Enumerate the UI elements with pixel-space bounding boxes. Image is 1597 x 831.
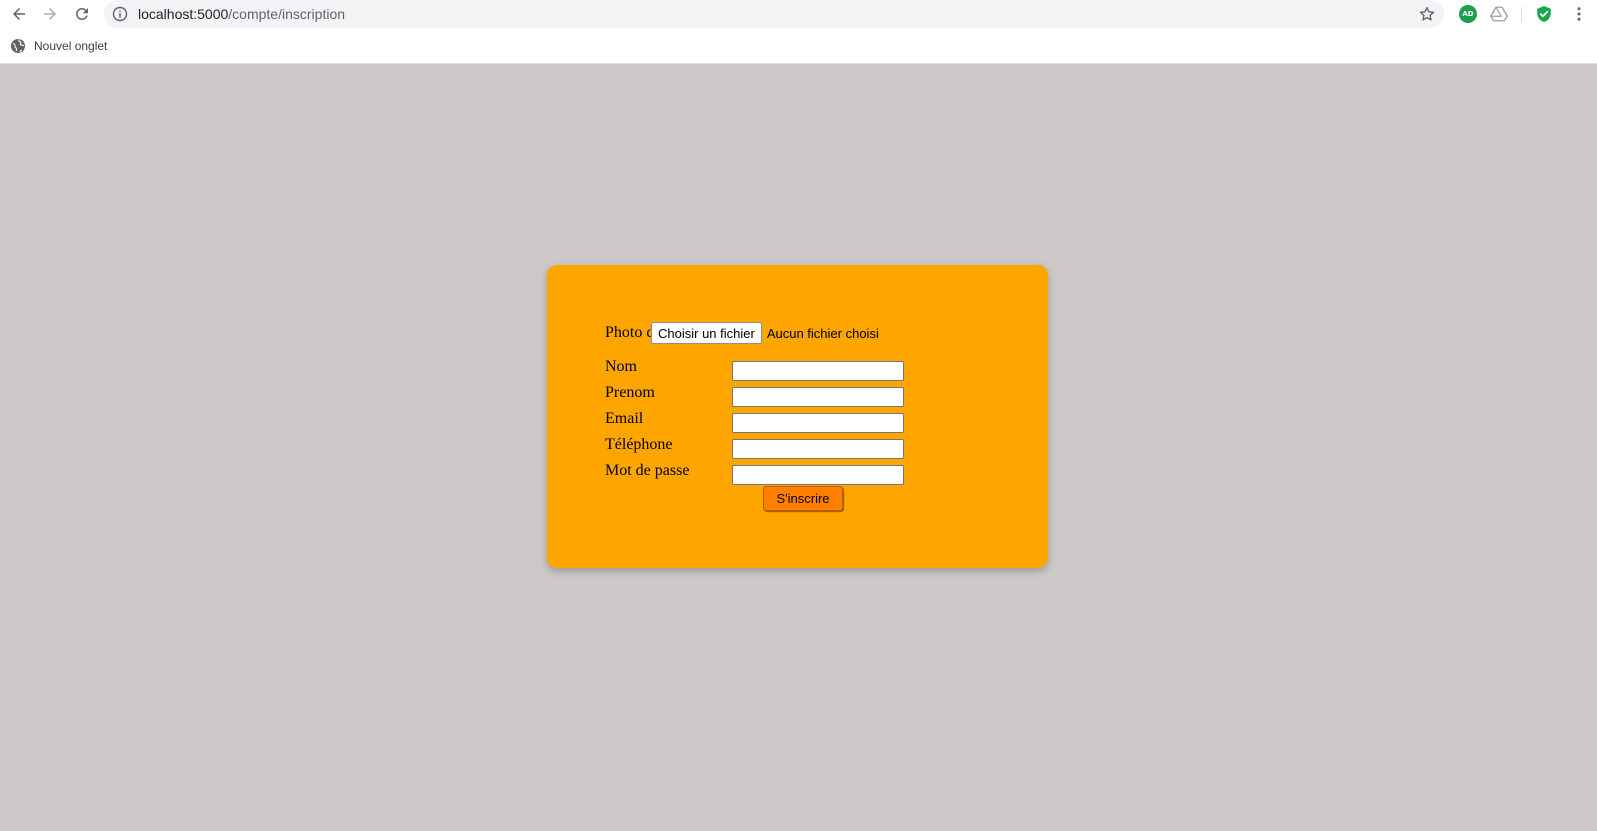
back-button[interactable] — [7, 2, 31, 26]
choose-file-button[interactable]: Choisir un fichier — [651, 322, 762, 344]
url-path: /compte/inscription — [228, 6, 346, 22]
arrow-right-icon — [44, 8, 56, 20]
browser-toolbar: localhost:5000/compte/inscription AD — [0, 0, 1597, 28]
prenom-input[interactable] — [732, 387, 904, 407]
telephone-input[interactable] — [732, 439, 904, 459]
reload-icon — [76, 7, 88, 20]
photo-row: Photo de profil Choisir un fichier Aucun… — [605, 322, 879, 344]
info-icon[interactable] — [112, 6, 128, 22]
email-label: Email — [605, 410, 644, 427]
password-input[interactable] — [732, 465, 904, 485]
shield-check-icon[interactable] — [1535, 5, 1553, 23]
photo-label: Photo de profil — [605, 324, 651, 341]
toolbar-separator — [1521, 7, 1522, 22]
address-bar[interactable]: localhost:5000/compte/inscription — [104, 0, 1444, 28]
url-text: localhost:5000/compte/inscription — [138, 6, 345, 22]
kebab-menu-icon[interactable] — [1570, 5, 1588, 23]
bookmark-label: Nouvel onglet — [34, 39, 108, 53]
file-status: Aucun fichier choisi — [766, 325, 879, 341]
nom-label: Nom — [605, 358, 637, 375]
bookmark-new-tab[interactable]: Nouvel onglet — [10, 37, 107, 55]
url-host: localhost:5000 — [138, 6, 229, 22]
email-input[interactable] — [732, 413, 904, 433]
star-icon[interactable] — [1418, 5, 1436, 23]
reload-button[interactable] — [70, 2, 94, 26]
password-label: Mot de passe — [605, 462, 690, 479]
bookmarks-bar: Nouvel onglet — [0, 28, 1597, 64]
prenom-label: Prenom — [605, 384, 655, 401]
nom-input[interactable] — [732, 361, 904, 381]
globe-icon — [11, 39, 25, 53]
registration-card: Photo de profil Choisir un fichier Aucun… — [547, 265, 1048, 568]
adblock-label: AD — [1462, 10, 1474, 18]
drive-icon[interactable] — [1490, 5, 1508, 23]
submit-button[interactable]: S'inscrire — [763, 486, 843, 511]
adblock-icon[interactable]: AD — [1459, 5, 1477, 23]
telephone-label: Téléphone — [605, 436, 673, 453]
forward-button[interactable] — [38, 2, 62, 26]
arrow-left-icon — [13, 8, 25, 20]
